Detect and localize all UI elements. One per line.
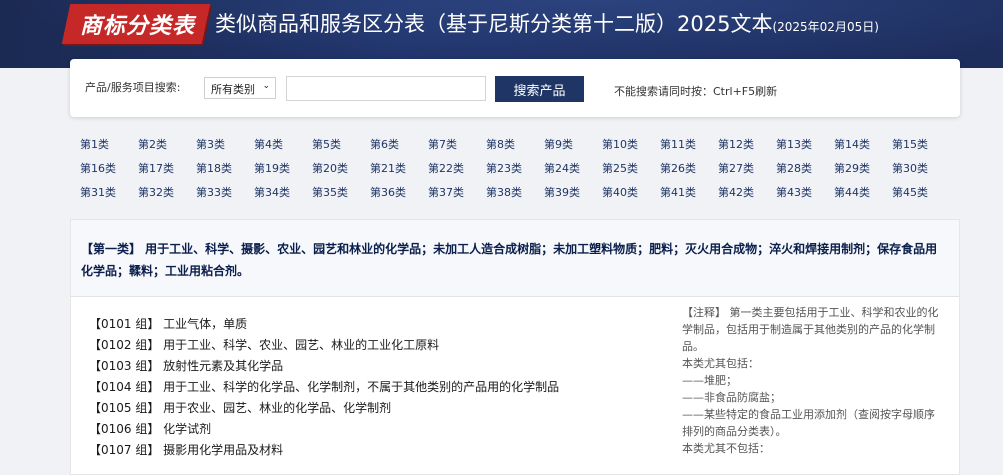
search-hint: 不能搜索请同时按：Ctrl+F5刷新 [614,85,778,98]
class-link-37[interactable]: 第37类 [428,184,464,200]
class-link-4[interactable]: 第4类 [254,136,283,152]
search-panel: 产品/服务项目搜索: 所有类别 ⌄ 搜索产品 不能搜索请同时按：Ctrl+F5刷… [70,59,960,117]
category-select-value: 所有类别 [211,83,255,96]
class-link-20[interactable]: 第20类 [312,160,348,176]
class-notes: 【注释】 第一类主要包括用于工业、科学和农业的化学制品，包括用于制造属于其他类别… [682,304,940,457]
search-label: 产品/服务项目搜索: [85,81,181,94]
class-link-33[interactable]: 第33类 [196,184,232,200]
group-item-0101[interactable]: 【0101 组】 工业气体，单质 [89,314,679,335]
class-link-44[interactable]: 第44类 [834,184,870,200]
class-link-10[interactable]: 第10类 [602,136,638,152]
page-title-text: 类似商品和服务区分表（基于尼斯分类第十二版）2025文本 [215,12,773,36]
class-link-24[interactable]: 第24类 [544,160,580,176]
class-link-30[interactable]: 第30类 [892,160,928,176]
note-line: ——某些特定的食品工业用添加剂（查阅按字母顺序排列的商品分类表）。 [682,408,935,438]
class-link-26[interactable]: 第26类 [660,160,696,176]
class-link-23[interactable]: 第23类 [486,160,522,176]
group-item-0106[interactable]: 【0106 组】 化学试剂 [89,419,679,440]
class-link-43[interactable]: 第43类 [776,184,812,200]
class-link-12[interactable]: 第12类 [718,136,754,152]
class-link-9[interactable]: 第9类 [544,136,573,152]
class-heading: 【第一类】 用于工业、科学、摄影、农业、园艺和林业的化学品；未加工人造合成树脂；… [81,242,938,278]
group-list: 【0101 组】 工业气体，单质 【0102 组】 用于工业、科学、农业、园艺、… [89,314,679,461]
class-link-45[interactable]: 第45类 [892,184,928,200]
class-link-2[interactable]: 第2类 [138,136,167,152]
class-link-27[interactable]: 第27类 [718,160,754,176]
class-link-28[interactable]: 第28类 [776,160,812,176]
class-link-1[interactable]: 第1类 [80,136,109,152]
category-select[interactable]: 所有类别 ⌄ [204,77,276,99]
class-heading-bar: 【第一类】 用于工业、科学、摄影、农业、园艺和林业的化学品；未加工人造合成树脂；… [71,220,959,297]
class-link-15[interactable]: 第15类 [892,136,928,152]
class-link-38[interactable]: 第38类 [486,184,522,200]
class-link-25[interactable]: 第25类 [602,160,638,176]
class-link-42[interactable]: 第42类 [718,184,754,200]
chevron-down-icon: ⌄ [262,81,270,91]
class-link-3[interactable]: 第3类 [196,136,225,152]
class-link-8[interactable]: 第8类 [486,136,515,152]
class-link-5[interactable]: 第5类 [312,136,341,152]
class-link-29[interactable]: 第29类 [834,160,870,176]
class-link-11[interactable]: 第11类 [660,136,696,152]
class-link-34[interactable]: 第34类 [254,184,290,200]
site-header: 商标分类表 类似商品和服务区分表（基于尼斯分类第十二版）2025文本(2025年… [0,0,1003,68]
class-link-19[interactable]: 第19类 [254,160,290,176]
class-link-41[interactable]: 第41类 [660,184,696,200]
class-link-40[interactable]: 第40类 [602,184,638,200]
class-link-6[interactable]: 第6类 [370,136,399,152]
note-line: 本类尤其包括： [682,357,759,370]
search-button[interactable]: 搜索产品 [495,76,584,102]
header-badge-text: 商标分类表 [80,14,196,39]
class-link-17[interactable]: 第17类 [138,160,174,176]
note-line: 本类尤其不包括： [682,442,770,455]
group-item-0107[interactable]: 【0107 组】 摄影用化学用品及材料 [89,440,679,461]
class-link-16[interactable]: 第16类 [80,160,116,176]
note-line: 【注释】 第一类主要包括用于工业、科学和农业的化学制品，包括用于制造属于其他类别… [682,306,939,353]
group-item-0103[interactable]: 【0103 组】 放射性元素及其化学品 [89,356,679,377]
class-link-14[interactable]: 第14类 [834,136,870,152]
page-title: 类似商品和服务区分表（基于尼斯分类第十二版）2025文本(2025年02月05日… [215,8,879,38]
class-link-21[interactable]: 第21类 [370,160,406,176]
group-item-0105[interactable]: 【0105 组】 用于农业、园艺、林业的化学品、化学制剂 [89,398,679,419]
note-line: ——堆肥； [682,374,737,387]
class-link-18[interactable]: 第18类 [196,160,232,176]
class-link-7[interactable]: 第7类 [428,136,457,152]
note-line: ——非食品防腐盐； [682,391,781,404]
class-link-39[interactable]: 第39类 [544,184,580,200]
class-link-36[interactable]: 第36类 [370,184,406,200]
class-detail-panel: 【第一类】 用于工业、科学、摄影、农业、园艺和林业的化学品；未加工人造合成树脂；… [70,219,960,475]
class-link-13[interactable]: 第13类 [776,136,812,152]
page-title-date: (2025年02月05日) [772,20,879,34]
class-link-31[interactable]: 第31类 [80,184,116,200]
group-item-0102[interactable]: 【0102 组】 用于工业、科学、农业、园艺、林业的工业化工原料 [89,335,679,356]
class-link-32[interactable]: 第32类 [138,184,174,200]
class-link-22[interactable]: 第22类 [428,160,464,176]
search-input[interactable] [286,76,486,101]
group-item-0104[interactable]: 【0104 组】 用于工业、科学的化学品、化学制剂，不属于其他类别的产品用的化学… [89,377,679,398]
class-link-35[interactable]: 第35类 [312,184,348,200]
